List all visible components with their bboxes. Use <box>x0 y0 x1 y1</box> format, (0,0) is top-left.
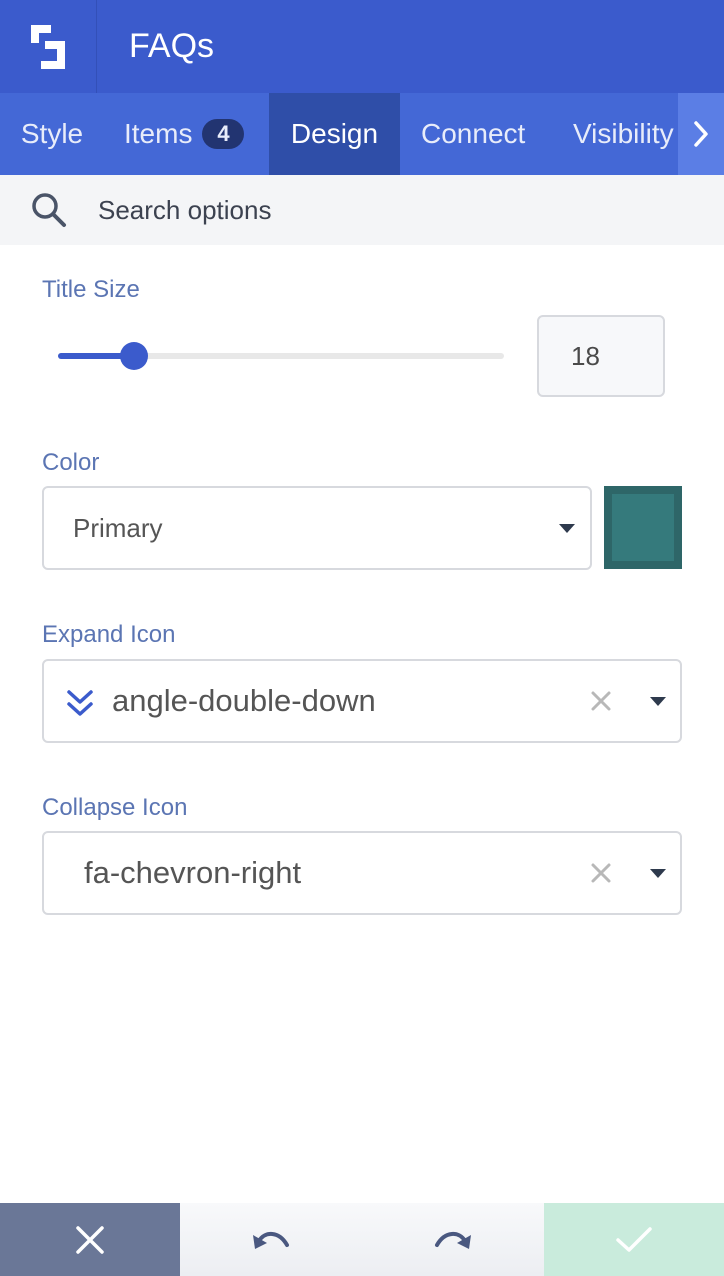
color-label: Color <box>42 449 100 476</box>
tab-items[interactable]: Items 4 <box>104 93 269 175</box>
tabs-scroll-right-button[interactable] <box>678 93 724 175</box>
expand-icon-label: Expand Icon <box>42 621 176 648</box>
clear-collapse-icon-button[interactable] <box>587 859 615 887</box>
tab-connect[interactable]: Connect <box>400 93 552 175</box>
title-size-input[interactable] <box>537 315 665 397</box>
clear-expand-icon-button[interactable] <box>587 687 615 715</box>
collapse-icon-label: Collapse Icon <box>42 794 188 821</box>
collapse-icon-value: fa-chevron-right <box>84 855 302 890</box>
undo-icon <box>253 1231 289 1249</box>
title-size-label: Title Size <box>42 276 140 303</box>
search-bar <box>0 175 724 245</box>
search-icon <box>0 175 98 245</box>
close-icon <box>591 691 611 711</box>
color-select-value: Primary <box>73 512 163 543</box>
undo-button[interactable] <box>180 1203 362 1276</box>
collapse-icon-select[interactable]: fa-chevron-right <box>42 831 682 915</box>
expand-icon-value: angle-double-down <box>112 683 376 718</box>
builder-logo-icon <box>31 24 65 69</box>
confirm-button[interactable] <box>544 1203 724 1276</box>
redo-icon <box>435 1231 471 1249</box>
app-header: FAQs <box>0 0 724 93</box>
chevron-down-icon <box>559 524 575 533</box>
tab-visibility-label: Visibility <box>573 118 674 149</box>
tab-visibility[interactable]: Visibility <box>552 93 680 175</box>
chevron-down-icon <box>650 697 666 706</box>
chevron-down-icon <box>650 869 666 878</box>
color-swatch[interactable] <box>604 486 682 569</box>
color-swatch-fill <box>612 494 674 561</box>
redo-button[interactable] <box>362 1203 544 1276</box>
items-count-badge: 4 <box>202 119 245 149</box>
tab-items-label: Items <box>124 118 193 149</box>
tab-design[interactable]: Design <box>269 93 400 175</box>
chevron-right-icon <box>694 121 708 147</box>
checkmark-icon <box>616 1226 652 1252</box>
tab-design-label: Design <box>290 118 379 149</box>
search-input[interactable] <box>98 194 658 226</box>
expand-icon-select[interactable]: angle-double-down <box>42 659 682 743</box>
tab-style-label: Style <box>20 118 84 149</box>
page-title: FAQs <box>129 27 215 65</box>
logo[interactable] <box>0 0 97 93</box>
footer-toolbar <box>0 1203 724 1276</box>
cancel-button[interactable] <box>0 1203 180 1276</box>
close-icon <box>591 863 611 883</box>
tab-style[interactable]: Style <box>0 93 104 175</box>
tab-bar: Style Items 4 Design Connect Visibility <box>0 93 724 175</box>
color-select[interactable]: Primary <box>42 486 592 570</box>
close-icon <box>76 1225 104 1254</box>
angle-double-down-icon <box>67 690 93 716</box>
title-size-slider-handle[interactable] <box>119 342 148 370</box>
tab-connect-label: Connect <box>421 118 526 149</box>
